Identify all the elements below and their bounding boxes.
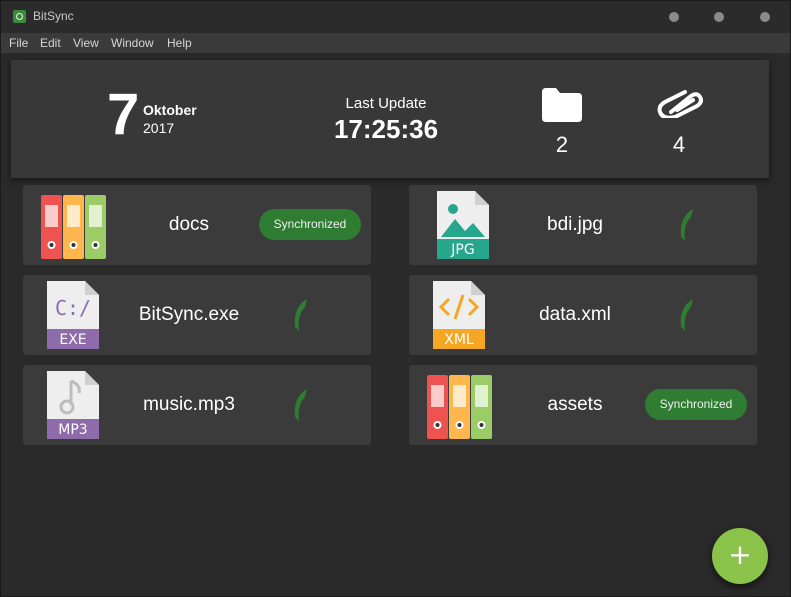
file-type-label: JPG: [450, 242, 474, 258]
menu-bar: File Edit View Window Help: [1, 33, 790, 53]
paperclip-icon: [657, 90, 703, 118]
sync-item-bdi-jpg[interactable]: JPG bdi.jpg: [409, 185, 757, 265]
xml-file-icon: XML: [433, 281, 485, 349]
menu-edit[interactable]: Edit: [40, 36, 61, 50]
binders-folder-icon: [41, 195, 106, 259]
sync-item-music-mp3[interactable]: MP3 music.mp3: [23, 365, 371, 445]
add-button[interactable]: +: [712, 528, 768, 584]
sync-item-bitsync-exe[interactable]: C:/ EXE BitSync.exe: [23, 275, 371, 355]
folder-icon: [542, 88, 582, 122]
menu-view[interactable]: View: [73, 36, 99, 50]
last-update-time: 17:25:36: [333, 114, 439, 144]
mp3-file-icon: MP3: [47, 371, 99, 439]
syncing-spinner-icon: [294, 389, 307, 421]
syncing-spinner-icon: [680, 299, 693, 331]
binders-folder-icon: [427, 375, 492, 439]
status-badge: Synchronized: [259, 209, 361, 240]
item-name: music.mp3: [143, 394, 235, 415]
syncing-spinner-icon: [680, 209, 693, 241]
menu-help[interactable]: Help: [167, 36, 192, 50]
menu-file[interactable]: File: [9, 36, 28, 50]
file-type-label: XML: [444, 332, 474, 348]
window-title: BitSync: [33, 9, 74, 23]
app-logo-icon: [13, 10, 26, 23]
item-name: data.xml: [539, 304, 611, 325]
maximize-button[interactable]: [714, 12, 724, 22]
minimize-button[interactable]: [669, 12, 679, 22]
last-update-label: Last Update: [345, 95, 427, 112]
item-name: docs: [168, 214, 210, 235]
file-type-label: EXE: [59, 332, 86, 348]
sync-item-data-xml[interactable]: XML data.xml: [409, 275, 757, 355]
app-window: BitSync File Edit View Window Help 7 Okt…: [0, 0, 791, 597]
sync-item-docs[interactable]: docs Synchronized: [23, 185, 371, 265]
jpg-file-icon: JPG: [437, 191, 489, 259]
file-count: 4: [672, 132, 686, 157]
item-name: BitSync.exe: [138, 304, 240, 325]
item-name: assets: [547, 394, 603, 415]
folder-count: 2: [555, 132, 569, 157]
date-month: Oktober: [143, 102, 197, 118]
syncing-spinner-icon: [294, 299, 307, 331]
sync-item-assets[interactable]: assets Synchronized: [409, 365, 757, 445]
item-name: bdi.jpg: [547, 214, 603, 235]
menu-window[interactable]: Window: [111, 36, 154, 50]
close-button[interactable]: [760, 12, 770, 22]
date-day: 7: [107, 82, 140, 147]
date-year: 2017: [143, 120, 175, 136]
svg-text:C:/: C:/: [55, 296, 91, 320]
title-bar: BitSync: [1, 1, 790, 33]
exe-file-icon: C:/ EXE: [47, 281, 99, 349]
status-badge: Synchronized: [645, 389, 747, 420]
file-type-label: MP3: [58, 422, 87, 438]
summary-header: 7 Oktober 2017 Last Update 17:25:36 2 4: [11, 60, 769, 178]
